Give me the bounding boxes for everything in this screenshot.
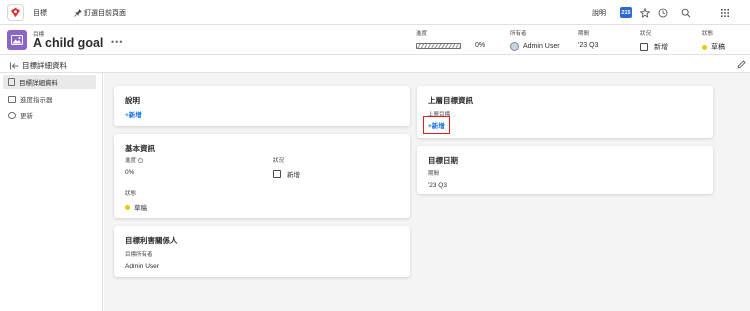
collapse-panel-icon[interactable]: [10, 62, 19, 70]
gauge-icon: [8, 95, 16, 103]
stakeholders-card: 目標利害關係人 目標所有者 Admin User: [114, 226, 410, 277]
section-header: 目標詳細資料: [0, 56, 750, 73]
owner-label: 所有者: [510, 31, 527, 37]
pin-icon: [74, 9, 82, 17]
owner-value[interactable]: Admin User: [523, 43, 560, 50]
basic-info-title: 基本資訊: [125, 144, 155, 153]
period-label: 期間: [578, 31, 590, 37]
basic-info-card: 基本資訊 進度 0% 狀況 新增 狀態 草稿: [114, 134, 410, 218]
basic-progress-label: 進度: [125, 158, 137, 164]
sidebar-item-progress-indicators[interactable]: 進度指示器: [3, 92, 96, 106]
basic-status-label: 狀態: [125, 191, 137, 197]
goal-dates-title: 目標日期: [428, 156, 458, 165]
state-icon: [273, 170, 281, 178]
goal-dates-card: 目標日期 期間 '23 Q3: [417, 146, 713, 194]
state-value: 新增: [654, 44, 668, 51]
help-link[interactable]: 說明: [592, 8, 606, 18]
basic-progress-value: 0%: [125, 169, 135, 176]
favorites-button[interactable]: [639, 7, 650, 18]
comment-icon: [8, 111, 16, 119]
star-icon: [639, 7, 650, 18]
description-card: 說明 +新增: [114, 86, 410, 126]
basic-state-label: 狀況: [273, 158, 285, 164]
grid-icon: [720, 8, 729, 17]
parent-goal-title: 上層目標資訊: [428, 96, 473, 105]
status-field: 狀態 草稿: [702, 29, 725, 52]
recents-button[interactable]: [657, 7, 668, 18]
state-icon: [640, 43, 648, 51]
sidebar-item-label: 更新: [20, 113, 33, 120]
period-value[interactable]: '23 Q3: [578, 42, 598, 49]
section-title: 目標詳細資料: [22, 61, 67, 70]
progress-label: 進度: [416, 31, 428, 37]
stakeholders-title: 目標利害關係人: [125, 236, 178, 245]
basic-status-value[interactable]: 草稿: [134, 202, 147, 212]
sidebar-item-label: 進度指示器: [20, 97, 53, 104]
pin-page-label: 釘選目前頁面: [84, 10, 126, 17]
search-icon: [681, 8, 690, 17]
document-icon: [8, 78, 15, 86]
status-label: 狀態: [702, 31, 714, 37]
pin-page-button[interactable]: 釘選目前頁面: [74, 8, 126, 18]
status-value[interactable]: 草稿: [711, 42, 725, 52]
search-button[interactable]: [680, 7, 691, 18]
app-switcher-button[interactable]: [719, 7, 730, 18]
top-bar: 目標 釘選目前頁面 說明 215: [0, 0, 750, 25]
period-field: 期間 '23 Q3: [578, 29, 598, 49]
sidebar: 目標詳細資料 進度指示器 更新: [0, 73, 103, 311]
dates-period-label: 期間: [428, 171, 440, 177]
logo-icon: [10, 7, 21, 18]
notification-badge[interactable]: 215: [620, 7, 632, 18]
goal-header: 目標 A child goal ••• 進度 0% 所有者 Admin User…: [0, 25, 750, 55]
clock-icon: [658, 8, 667, 17]
progress-field: 進度 0%: [416, 29, 485, 49]
status-dot-icon: [702, 44, 707, 50]
progress-bar: [416, 42, 461, 49]
state-field: 狀況 新增: [640, 29, 668, 52]
parent-goal-card: 上層目標資訊 上層目標 +新增: [417, 86, 713, 138]
goal-type-icon: [7, 30, 27, 50]
avatar: [510, 42, 519, 51]
owner-field: 所有者 Admin User: [510, 29, 560, 51]
goal-owner-value[interactable]: Admin User: [125, 263, 159, 270]
goal-owner-label: 目標所有者: [125, 252, 153, 258]
description-title: 說明: [125, 96, 140, 105]
goal-title: A child goal: [33, 36, 104, 50]
main-content: 說明 +新增 基本資訊 進度 0% 狀況 新增 狀態 草稿 目標利害關係人 目標…: [104, 73, 750, 311]
edit-pencil-icon[interactable]: [737, 60, 746, 69]
add-parent-goal-link[interactable]: +新增: [423, 116, 450, 134]
dates-period-value[interactable]: '23 Q3: [428, 182, 447, 189]
add-description-link[interactable]: +新增: [125, 109, 142, 119]
sidebar-item-label: 目標詳細資料: [19, 80, 58, 87]
status-dot-icon: [125, 204, 130, 210]
more-options-button[interactable]: •••: [111, 37, 123, 47]
sidebar-item-goal-details[interactable]: 目標詳細資料: [3, 75, 96, 89]
basic-state-value: 新增: [287, 172, 300, 179]
nav-goals[interactable]: 目標: [33, 8, 47, 18]
progress-value: 0%: [475, 42, 486, 49]
sidebar-item-updates[interactable]: 更新: [3, 108, 96, 122]
info-icon[interactable]: [138, 157, 144, 163]
state-label: 狀況: [640, 31, 652, 37]
app-logo[interactable]: [7, 4, 24, 21]
image-icon: [11, 35, 23, 45]
